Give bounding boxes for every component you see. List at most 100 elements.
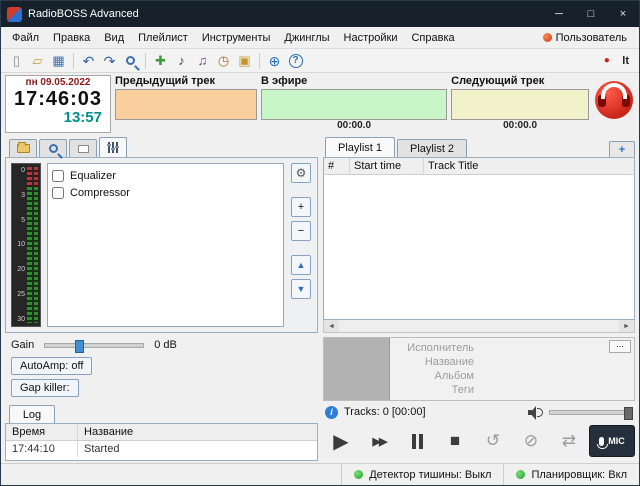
scroll-right-icon[interactable]: ► — [619, 320, 634, 332]
next-track-time: 00:00.0 — [451, 120, 589, 133]
album-art-placeholder — [324, 338, 390, 400]
status-spacer — [1, 464, 341, 485]
scheduler-icon[interactable]: ◷ — [214, 51, 233, 70]
meter-scale-value: 10 — [14, 241, 25, 248]
open-playlist-icon[interactable]: ▱ — [28, 51, 47, 70]
scheduler-status[interactable]: Планировщик: Вкл — [503, 464, 639, 485]
scroll-left-icon[interactable]: ◄ — [324, 320, 339, 332]
log-row-time: 17:44:10 — [6, 441, 78, 457]
tab-files[interactable] — [9, 139, 37, 157]
autoamp-button[interactable]: AutoAmp: off — [11, 357, 92, 375]
on-air-time: 00:00.0 — [261, 120, 447, 133]
playlist-panel: Playlist 1 Playlist 2 + # Start time Tra… — [323, 137, 635, 461]
pause-button[interactable] — [399, 425, 435, 457]
menu-help[interactable]: Справка — [404, 29, 461, 47]
music-library-icon[interactable]: ♪ — [172, 51, 191, 70]
add-playlist-tab-button[interactable]: + — [609, 141, 635, 157]
menu-file[interactable]: Файл — [5, 29, 46, 47]
on-air-box[interactable] — [261, 89, 447, 120]
equalizer-checkbox[interactable] — [52, 170, 64, 182]
tab-playlist-2[interactable]: Playlist 2 — [397, 139, 467, 157]
add-effect-button[interactable]: + — [291, 197, 311, 217]
volume-slider-thumb[interactable] — [624, 407, 633, 420]
column-track-title[interactable]: Track Title — [424, 158, 634, 174]
horizontal-scrollbar[interactable]: ◄ ► — [323, 320, 635, 333]
playlist-body[interactable] — [323, 175, 635, 320]
language-indicator[interactable]: lt — [618, 55, 633, 67]
maximize-button[interactable]: □ — [575, 1, 607, 27]
tab-playlist-1[interactable]: Playlist 1 — [325, 137, 395, 157]
menu-tools[interactable]: Инструменты — [195, 29, 278, 47]
mic-button[interactable]: MIC — [589, 425, 635, 457]
move-up-button[interactable]: ▲ — [291, 255, 311, 275]
user-menu[interactable]: Пользователь — [535, 32, 635, 44]
remove-effect-button[interactable]: − — [291, 221, 311, 241]
mic-button-label: MIC — [608, 436, 625, 446]
gain-slider[interactable] — [44, 343, 144, 348]
effect-settings-button[interactable]: ⚙ — [291, 163, 311, 183]
next-track-button[interactable]: ▶▶ — [361, 425, 397, 457]
effects-tab-strip — [5, 137, 318, 157]
gain-slider-thumb[interactable] — [75, 340, 84, 353]
silence-detector-status[interactable]: Детектор тишины: Выкл — [341, 464, 503, 485]
column-number[interactable]: # — [324, 158, 350, 174]
previous-track-group: Предыдущий трек — [115, 75, 257, 133]
playlist-tab-strip: Playlist 1 Playlist 2 + — [323, 137, 635, 157]
compressor-checkbox[interactable] — [52, 187, 64, 199]
gap-killer-button[interactable]: Gap killer: — [11, 379, 79, 397]
jingles-icon[interactable]: ♫ — [193, 51, 212, 70]
play-button[interactable]: ▶ — [323, 425, 359, 457]
help-icon[interactable]: ? — [286, 51, 305, 70]
info-icon: i — [325, 406, 338, 419]
add-track-icon[interactable]: ✚ — [151, 51, 170, 70]
meter-scale-value: 20 — [14, 266, 25, 273]
more-info-button[interactable]: ... — [609, 340, 631, 353]
menu-edit[interactable]: Правка — [46, 29, 97, 47]
column-start-time[interactable]: Start time — [350, 158, 424, 174]
minimize-button[interactable]: ─ — [543, 1, 575, 27]
list-item[interactable]: Equalizer — [52, 167, 279, 184]
tab-dsp[interactable] — [99, 137, 127, 157]
next-track-box[interactable] — [451, 89, 589, 120]
menu-jingles[interactable]: Джинглы — [277, 29, 336, 47]
log-table: Время Название 17:44:10 Started — [5, 423, 318, 461]
autoamp-label: AutoAmp: — [20, 360, 68, 372]
undo-icon[interactable]: ↶ — [79, 51, 98, 70]
toolbar-separator — [145, 53, 146, 69]
block-button[interactable]: ⊘ — [513, 425, 549, 457]
move-down-button[interactable]: ▼ — [291, 279, 311, 299]
log-col-name[interactable]: Название — [78, 424, 317, 440]
save-playlist-icon[interactable]: ▦ — [49, 51, 68, 70]
previous-track-box[interactable] — [115, 89, 257, 120]
transport-controls: ▶ ▶▶ ■ ↺ ⊘ ⇄ MIC — [323, 421, 635, 461]
main-area: 0 3 5 10 20 25 30 Equalizer — [1, 135, 639, 463]
gain-value: 0 dB — [154, 339, 177, 351]
log-col-time[interactable]: Время — [6, 424, 78, 440]
volume-icon[interactable] — [528, 406, 543, 419]
new-playlist-icon[interactable]: ▯ — [7, 51, 26, 70]
shuffle-button[interactable]: ⇄ — [551, 425, 587, 457]
menu-settings[interactable]: Настройки — [337, 29, 405, 47]
next-track-group: Следующий трек 00:00.0 — [451, 75, 589, 133]
cart-wall-icon[interactable]: ▣ — [235, 51, 254, 70]
redo-icon[interactable]: ↷ — [100, 51, 119, 70]
search-icon — [49, 144, 58, 153]
mixer-icon — [108, 142, 118, 153]
close-button[interactable]: × — [607, 1, 639, 27]
log-tab[interactable]: Log — [9, 405, 55, 423]
menu-view[interactable]: Вид — [97, 29, 131, 47]
list-item[interactable]: Compressor — [52, 184, 279, 201]
record-icon[interactable]: ● — [597, 51, 616, 70]
scrollbar-track[interactable] — [339, 320, 619, 332]
app-window: RadioBOSS Advanced ─ □ × Файл Правка Вид… — [0, 0, 640, 486]
search-icon[interactable] — [121, 51, 140, 70]
volume-slider[interactable] — [549, 410, 633, 415]
gap-killer-label: Gap killer: — [20, 382, 70, 394]
tab-cards[interactable] — [69, 139, 97, 157]
tab-search[interactable] — [39, 139, 67, 157]
broadcast-icon[interactable]: ⊕ — [265, 51, 284, 70]
table-row[interactable]: 17:44:10 Started — [6, 441, 317, 457]
menu-playlist[interactable]: Плейлист — [131, 29, 195, 47]
repeat-button[interactable]: ↺ — [475, 425, 511, 457]
stop-button[interactable]: ■ — [437, 425, 473, 457]
